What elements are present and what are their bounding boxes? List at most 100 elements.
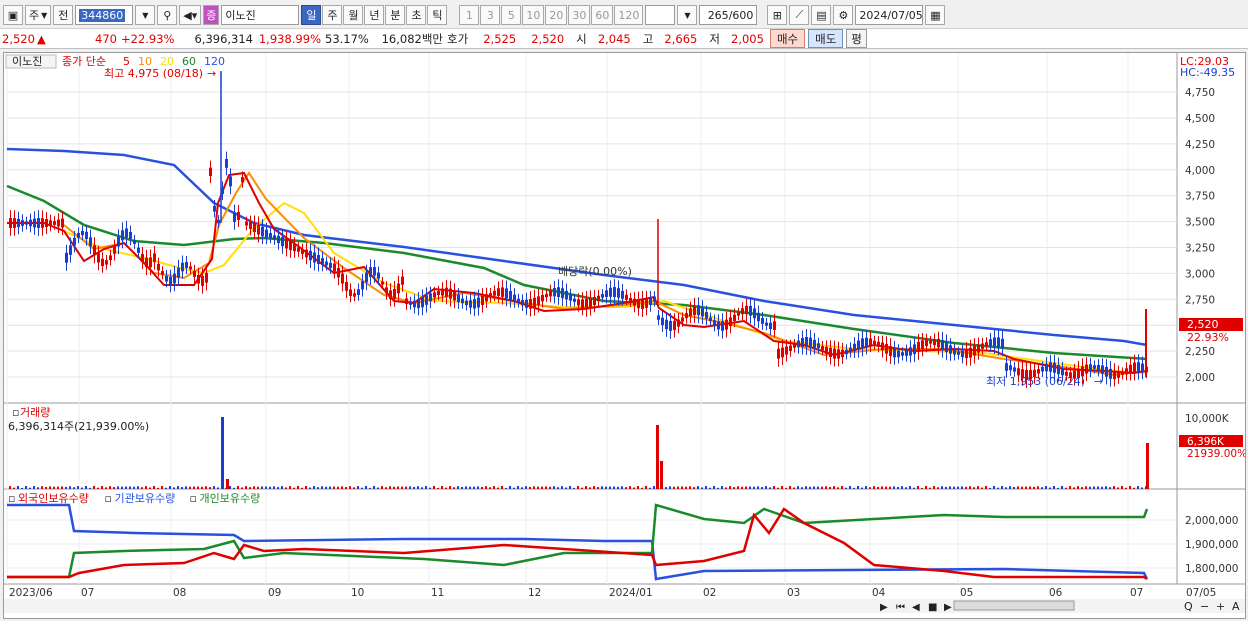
tab-period-5[interactable]: 초 (406, 5, 427, 25)
volume-bar (241, 487, 243, 489)
volume-bar (425, 486, 427, 489)
tab-interval-0[interactable]: 1 (459, 5, 480, 25)
volume-bar (505, 487, 507, 489)
volume-bar (837, 487, 839, 489)
volume-bar (757, 486, 759, 489)
holdings-y-tick: 2,000,000 (1185, 515, 1238, 527)
candle-body (1129, 364, 1132, 374)
tab-period-2[interactable]: 월 (343, 5, 364, 25)
volume-bar (561, 486, 563, 489)
volume-bar (377, 487, 379, 489)
date-input[interactable]: 2024/07/05 (855, 5, 924, 25)
tab-interval-2[interactable]: 5 (501, 5, 522, 25)
volume-bar (865, 486, 867, 489)
high-label: 고 (642, 31, 654, 46)
interval-input[interactable] (645, 5, 676, 25)
volume-bar (857, 486, 859, 489)
eval-button[interactable]: 평 (846, 29, 867, 48)
sell-button[interactable]: 매도 (808, 29, 844, 48)
x-tick-label: 2024/01 (609, 587, 653, 599)
tab-period-1[interactable]: 주 (322, 5, 343, 25)
candle-body (861, 338, 864, 349)
calendar-icon[interactable]: ▦ (925, 5, 946, 25)
stock-chart[interactable]: 4,750 4,500 4,250 4,000 3,750 3,500 3,250 3,000… (3, 52, 1247, 619)
draw-line-icon[interactable]: ⟋ (789, 5, 810, 25)
search-icon[interactable]: ⚲ (157, 5, 178, 25)
candle-body (985, 342, 988, 346)
volume-bar (1073, 487, 1075, 489)
candle-body (757, 312, 760, 322)
volume-bar (781, 486, 783, 489)
tab-interval-3[interactable]: 10 (522, 5, 545, 25)
save-icon[interactable]: ▤ (811, 5, 832, 25)
volume-bar (641, 487, 643, 489)
volume-bar (41, 486, 43, 489)
tab-interval-7[interactable]: 120 (614, 5, 644, 25)
candle-body (917, 341, 920, 352)
volume-bar (937, 487, 939, 489)
candle-body (625, 294, 628, 300)
chart-canvas[interactable]: 4,750 4,500 4,250 4,000 3,750 3,500 3,250 3,000… (4, 53, 1247, 618)
volume-bar (913, 487, 915, 489)
count-field[interactable]: 265/600 (699, 5, 758, 25)
gear-icon[interactable]: ⚙ (833, 5, 854, 25)
ma-label: 종가 단순 (62, 55, 106, 68)
tab-period-6[interactable]: 틱 (427, 5, 448, 25)
volume-bar (833, 486, 835, 489)
candle-body (257, 224, 260, 235)
sound-icon[interactable]: ◀▾ (179, 5, 202, 25)
code-dropdown-icon[interactable]: ▼ (135, 5, 156, 25)
candle-body (1037, 369, 1040, 374)
candle-body (253, 222, 256, 233)
volume-bar (545, 486, 547, 489)
tab-interval-1[interactable]: 3 (480, 5, 501, 25)
volume-bar (761, 487, 763, 489)
candle-body (801, 338, 804, 347)
volume-bar (293, 487, 295, 489)
volume-bar (753, 486, 755, 489)
candle-body (489, 293, 492, 298)
volume-bar (901, 486, 903, 489)
scroll-control-1: ⏮ (896, 602, 905, 613)
volume-bar (153, 486, 155, 489)
candle-body (713, 320, 716, 326)
volume-bar (277, 487, 279, 489)
volume-bar (593, 486, 595, 489)
candle-body (1137, 362, 1140, 372)
volume-bar (393, 486, 395, 489)
tab-interval-4[interactable]: 20 (545, 5, 568, 25)
code-input[interactable]: 344860 (75, 5, 134, 25)
interval-dropdown-icon[interactable]: ▼ (677, 5, 698, 25)
stock-name-field[interactable]: 이노진 (221, 5, 300, 25)
volume-bar (365, 486, 367, 489)
type-dropdown[interactable]: 주 ▼ (25, 5, 52, 25)
volume-bar (73, 487, 75, 489)
chart-layout-icon[interactable]: ▣ (3, 5, 23, 25)
volume-bar (361, 487, 363, 489)
y-tick-label: 2,250 (1185, 346, 1215, 358)
candle-body (117, 236, 120, 247)
change-arrow: ▲ (37, 31, 46, 46)
candle-body (45, 218, 48, 228)
candle-body (69, 245, 72, 255)
volume-bar (553, 486, 555, 489)
volume-bar (745, 486, 747, 489)
candle-body (525, 299, 528, 308)
candle-body (429, 293, 432, 302)
prev-button[interactable]: 전 (53, 5, 74, 25)
volume-bar (93, 486, 95, 489)
volume-title: 거래량 (20, 406, 50, 419)
candle-body (565, 290, 568, 300)
candle-body (285, 238, 288, 249)
tab-period-0[interactable]: 일 (301, 5, 322, 25)
candle-body (113, 246, 116, 254)
tab-interval-5[interactable]: 30 (568, 5, 591, 25)
grid-icon[interactable]: ⊞ (767, 5, 788, 25)
volume-bar (557, 487, 559, 489)
volume-bar (201, 486, 203, 489)
buy-button[interactable]: 매수 (769, 29, 806, 48)
tab-period-3[interactable]: 년 (364, 5, 385, 25)
tab-period-4[interactable]: 분 (385, 5, 406, 25)
volume-bar (653, 486, 655, 489)
tab-interval-6[interactable]: 60 (591, 5, 614, 25)
